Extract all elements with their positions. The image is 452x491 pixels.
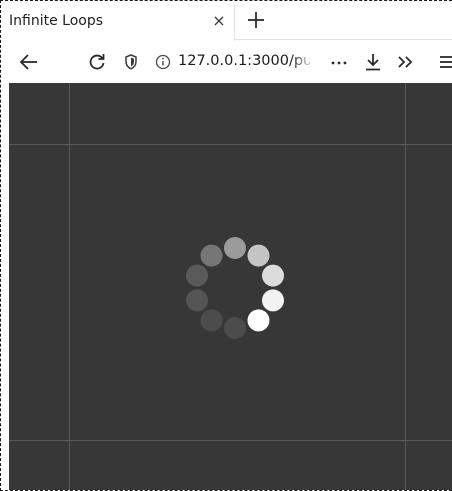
- new-tab-button[interactable]: [243, 7, 269, 33]
- url-fade: [291, 49, 315, 75]
- more-dots-icon: [331, 61, 347, 65]
- info-icon: [155, 54, 171, 70]
- page-actions-button[interactable]: [327, 50, 351, 74]
- spinner-dot: [186, 264, 208, 287]
- tab-title: Infinite Loops: [9, 13, 104, 29]
- spinner-dot: [200, 244, 223, 267]
- tab-strip: Infinite Loops ×: [1, 1, 452, 41]
- spinner-dot: [262, 264, 284, 287]
- downloads-button[interactable]: [361, 50, 385, 74]
- overflow-menu-button[interactable]: [393, 50, 417, 74]
- reload-button[interactable]: [85, 50, 109, 74]
- spinner-dot: [224, 317, 246, 339]
- main-menu-button[interactable]: [435, 50, 452, 74]
- plus-icon: [248, 12, 264, 28]
- hamburger-menu-icon: [440, 56, 452, 68]
- page-content: [9, 83, 452, 490]
- spinner-dot: [247, 244, 270, 267]
- download-icon: [366, 54, 380, 71]
- navigation-bar: 127.0.0.1:3000/pul: [1, 41, 452, 83]
- reload-icon: [89, 54, 105, 70]
- spinner-dot: [262, 289, 284, 312]
- close-tab-icon[interactable]: ×: [209, 11, 229, 31]
- loading-spinner: [186, 237, 284, 339]
- spinner-dot: [247, 309, 270, 332]
- spinner-dot: [200, 309, 223, 332]
- tabstrip-divider: [235, 39, 452, 40]
- back-arrow-icon: [19, 54, 37, 70]
- spinner-dot: [186, 289, 208, 312]
- tab-infinite-loops[interactable]: Infinite Loops ×: [5, 5, 235, 41]
- spinner-dot: [224, 237, 246, 259]
- site-info-button[interactable]: [151, 50, 175, 74]
- shield-icon: [125, 54, 137, 70]
- overflow-chevrons-icon: [398, 56, 413, 68]
- back-button[interactable]: [17, 50, 41, 74]
- tracking-protection-button[interactable]: [119, 50, 143, 74]
- browser-window: Infinite Loops × 127.0.0.1:3000/pul: [0, 0, 452, 491]
